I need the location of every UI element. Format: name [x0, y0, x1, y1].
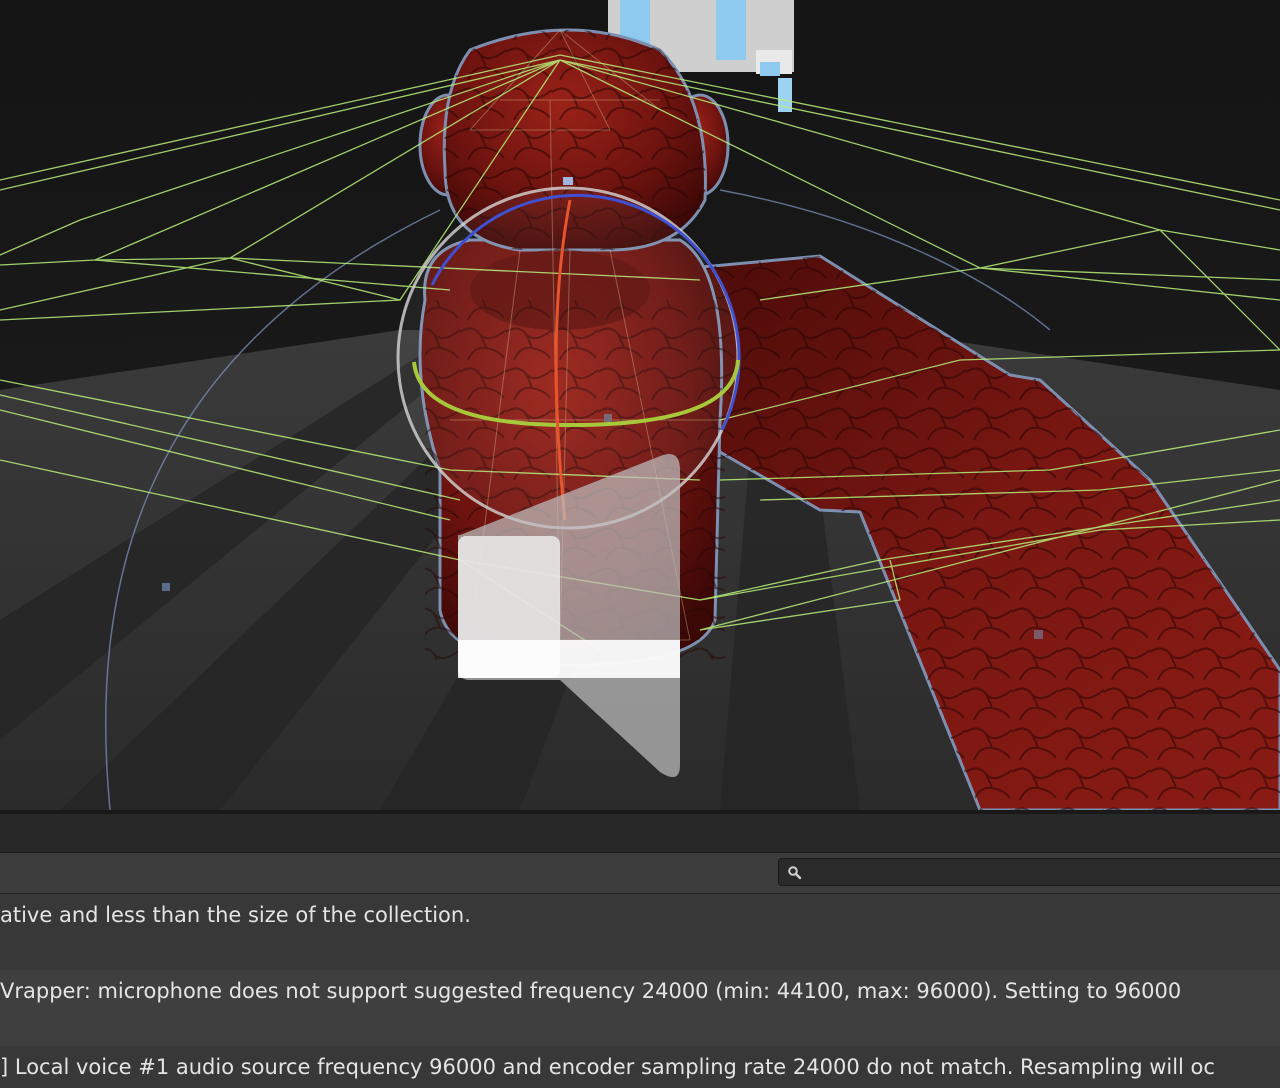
log-message: Vrapper: microphone does not support sug… — [0, 979, 1182, 1003]
log-entry[interactable]: ] Local voice #1 audio source frequency … — [0, 1046, 1280, 1088]
log-entry[interactable]: ative and less than the size of the coll… — [0, 894, 1280, 970]
scene-view[interactable] — [0, 0, 1280, 810]
console-toolbar — [0, 853, 1280, 894]
log-message: ] Local voice #1 audio source frequency … — [0, 1055, 1215, 1079]
console-search-box[interactable] — [778, 858, 1280, 886]
log-entry[interactable]: Vrapper: microphone does not support sug… — [0, 970, 1280, 1046]
console-log-list[interactable]: ative and less than the size of the coll… — [0, 894, 1280, 1088]
console-tab-bar — [0, 814, 1280, 853]
magnifier-icon — [788, 866, 802, 880]
log-message: ative and less than the size of the coll… — [0, 903, 471, 927]
console-search-input[interactable] — [809, 861, 1280, 885]
